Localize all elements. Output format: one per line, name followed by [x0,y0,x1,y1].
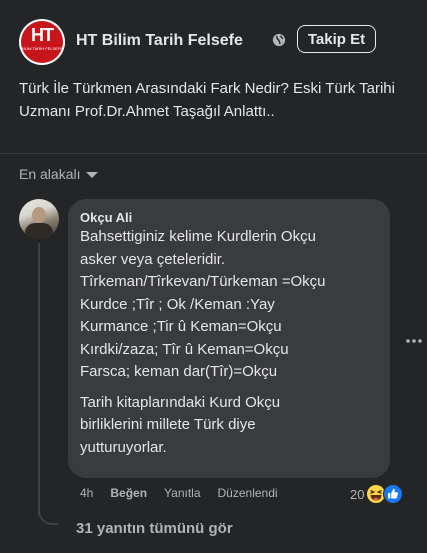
comment-line: yutturuyorlar. [80,438,167,456]
comment-line: Kurdce ;Tîr ; Ok /Keman :Yay [80,295,275,313]
sort-label: En alakalı [19,166,81,182]
comment-line: Farsca; keman dar(Tîr)=Okçu [80,363,278,380]
like-icon [383,484,404,504]
comment-line: Kurmance ;Tir û Keman=Okçu [80,318,282,335]
comment-paragraph-2: Tarih kitaplarındaki Kurd Okçu birlikler… [80,392,376,460]
chevron-down-icon [86,172,99,178]
thread-line [38,243,40,515]
page-name[interactable]: HT Bilim Tarih Felsefe [76,32,243,50]
divider [0,153,427,154]
comment-actions: 4h Beğen Yanıtla Düzenlendi [80,486,295,500]
post-header: HT BİLİM TARİH FELSEFE HT Bilim Tarih Fe… [19,19,419,65]
reaction-count: 20 [350,486,365,502]
edited-label[interactable]: Düzenlendi [218,486,278,500]
comment-line: birliklerini millete Türk diye [80,416,256,433]
reply-button[interactable]: Yanıtla [164,486,200,500]
follow-button[interactable]: Takip Et [297,25,376,53]
comment-line: asker veya çeteleridir. [80,250,226,268]
avatar[interactable] [19,199,59,239]
like-button[interactable]: Beğen [110,486,147,500]
comment-paragraph-1: Bahsettiginiz kelime Kurdlerin Okçu aske… [80,226,376,384]
sort-dropdown[interactable]: En alakalı [19,166,99,182]
globe-icon [272,33,286,47]
avatar-body [25,223,53,239]
comment-time[interactable]: 4h [80,486,93,500]
thread-curve [38,505,58,525]
reactions[interactable]: 20 [350,484,404,504]
logo-text: HT [31,25,54,45]
post-text: Türk İle Türkmen Arasındaki Fark Nedir? … [19,80,395,120]
comment-line: Tîrkeman/Tîrkevan/Türkeman =Okçu [80,273,326,290]
comment-line: Kırdki/zaza; Tîr û Keman=Okçu [80,340,289,358]
comment-line: Bahsettiginiz kelime Kurdlerin Okçu [80,228,316,245]
logo-subtext: BİLİM TARİH FELSEFE [20,46,64,51]
avatar-head [32,207,46,223]
comment-bubble: Okçu Ali Bahsettiginiz kelime Kurdlerin … [68,199,390,478]
view-replies-link[interactable]: 31 yanıtın tümünü gör [76,520,233,537]
page-avatar[interactable]: HT BİLİM TARİH FELSEFE [19,19,65,65]
comment-author[interactable]: Okçu Ali [80,209,376,226]
more-options-icon[interactable] [405,338,423,344]
comment-line: Tarih kitaplarındaki Kurd Okçu [80,393,281,411]
